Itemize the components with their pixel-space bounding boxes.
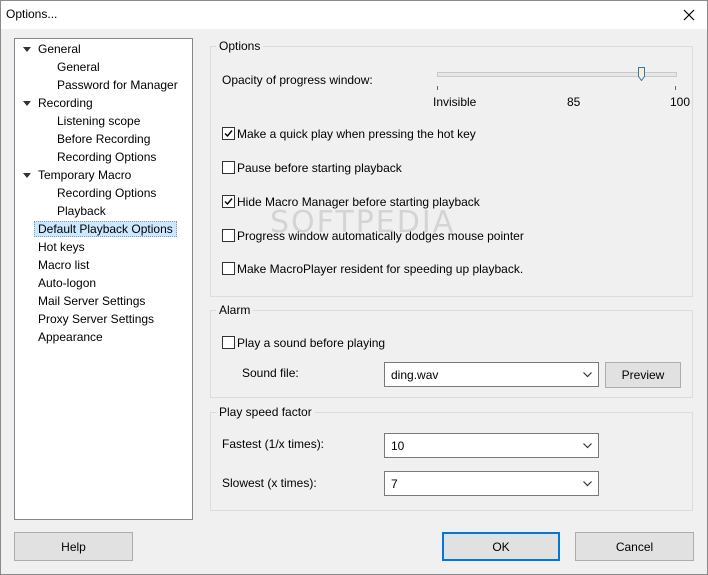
close-button[interactable] <box>677 4 701 26</box>
expand-caret-icon[interactable] <box>23 101 31 106</box>
tree-node-recording-options[interactable]: Recording Options <box>54 148 159 166</box>
window-title: Options... <box>6 7 58 21</box>
expand-caret-icon[interactable] <box>23 173 31 178</box>
help-button[interactable]: Help <box>14 532 133 561</box>
fastest-label: Fastest (1/x times): <box>222 437 325 451</box>
ok-button-label: OK <box>492 539 510 554</box>
opacity-slider-thumb[interactable] <box>638 67 645 81</box>
options-group-title: Options <box>216 39 264 53</box>
options-tree[interactable]: General General Password for Manager Rec… <box>14 38 193 520</box>
tree-node-before-recording[interactable]: Before Recording <box>54 130 153 148</box>
tree-node-mail-server-settings[interactable]: Mail Server Settings <box>35 292 148 310</box>
opacity-mid-label: 85 <box>567 95 581 109</box>
watermark: SOFTPEDIA <box>270 205 456 240</box>
sound-file-select[interactable]: ding.wav <box>384 362 599 387</box>
tree-node-temp-recording-options[interactable]: Recording Options <box>54 184 159 202</box>
title-bar: Options... <box>1 1 707 29</box>
play-sound-label[interactable]: Play a sound before playing <box>237 336 385 350</box>
fastest-select[interactable]: 10 <box>384 433 599 458</box>
play-sound-checkbox[interactable] <box>222 336 235 349</box>
tree-node-listening-scope[interactable]: Listening scope <box>54 112 143 130</box>
dodge-mouse-checkbox[interactable] <box>222 229 235 242</box>
checkmark-icon <box>224 130 233 138</box>
resident-checkbox[interactable] <box>222 262 235 275</box>
speed-group-title: Play speed factor <box>216 405 315 419</box>
tree-node-playback[interactable]: Playback <box>54 202 109 220</box>
opacity-max-label: 100 <box>670 95 691 109</box>
expand-caret-icon[interactable] <box>23 47 31 52</box>
hide-macro-manager-checkbox[interactable] <box>222 195 235 208</box>
tree-node-macro-list[interactable]: Macro list <box>35 256 92 274</box>
preview-button-label: Preview <box>621 368 665 382</box>
sound-file-value: ding.wav <box>391 368 439 382</box>
opacity-label: Opacity of progress window: <box>222 73 373 87</box>
close-icon <box>683 9 695 21</box>
checkmark-icon <box>224 198 233 206</box>
tree-node-proxy-server-settings[interactable]: Proxy Server Settings <box>35 310 157 328</box>
chevron-down-icon <box>583 481 592 487</box>
pause-before-playback-label[interactable]: Pause before starting playback <box>237 161 402 175</box>
tree-node-password-for-manager[interactable]: Password for Manager <box>54 76 181 94</box>
tree-node-auto-logon[interactable]: Auto-logon <box>35 274 99 292</box>
alarm-group-title: Alarm <box>216 303 254 317</box>
slowest-label: Slowest (x times): <box>222 476 317 490</box>
sound-file-label: Sound file: <box>242 366 299 380</box>
speed-group <box>210 412 693 511</box>
resident-label[interactable]: Make MacroPlayer resident for speeding u… <box>237 262 523 276</box>
cancel-button[interactable]: Cancel <box>575 532 694 561</box>
slowest-value: 7 <box>391 477 398 491</box>
tree-node-default-playback-options[interactable]: Default Playback Options <box>34 220 177 238</box>
ok-button[interactable]: OK <box>442 532 560 561</box>
chevron-down-icon <box>583 372 592 378</box>
chevron-down-icon <box>583 443 592 449</box>
quick-play-label[interactable]: Make a quick play when pressing the hot … <box>237 127 476 141</box>
tree-node-appearance[interactable]: Appearance <box>35 328 106 346</box>
preview-button[interactable]: Preview <box>605 362 681 388</box>
help-button-label: Help <box>61 539 86 554</box>
slider-tick <box>437 86 438 90</box>
tree-node-hot-keys[interactable]: Hot keys <box>35 238 88 256</box>
quick-play-checkbox[interactable] <box>222 127 235 140</box>
slider-tick <box>675 86 676 90</box>
tree-node-general-general[interactable]: General <box>54 58 103 76</box>
cancel-button-label: Cancel <box>615 539 654 554</box>
opacity-min-label: Invisible <box>433 95 477 109</box>
fastest-value: 10 <box>391 439 405 453</box>
pause-before-playback-checkbox[interactable] <box>222 161 235 174</box>
slowest-select[interactable]: 7 <box>384 471 599 496</box>
